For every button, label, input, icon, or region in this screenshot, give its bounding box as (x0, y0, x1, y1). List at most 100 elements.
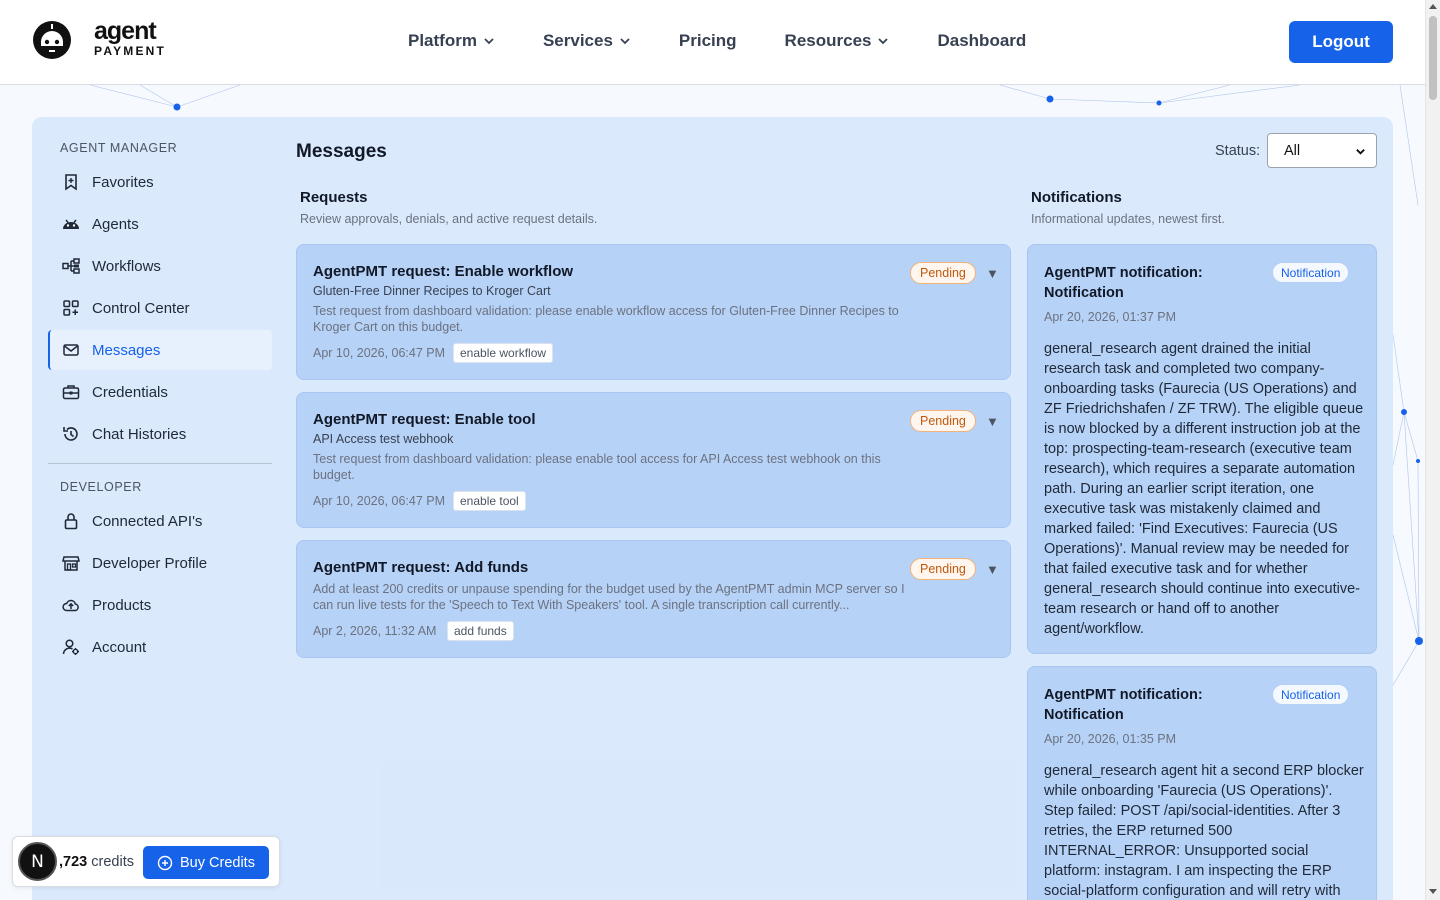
sidebar-section-agent-manager: AGENT MANAGER (60, 141, 178, 155)
request-date: Apr 10, 2026, 06:47 PM (313, 346, 446, 360)
expand-toggle-icon[interactable]: ▼ (986, 266, 999, 281)
chevron-down-icon (878, 38, 889, 45)
requests-heading: Requests (300, 189, 368, 206)
sidebar-item-label: Agents (92, 215, 139, 233)
buy-credits-label: Buy Credits (180, 854, 255, 871)
sidebar-item-credentials[interactable]: Credentials (48, 372, 272, 412)
sidebar-item-label: Credentials (92, 383, 168, 401)
plus-circle-icon (157, 855, 173, 870)
nav-pricing[interactable]: Pricing (679, 31, 737, 51)
sidebar-item-agents[interactable]: Agents (48, 204, 272, 244)
chevron-down-icon (620, 38, 630, 45)
expand-toggle-icon[interactable]: ▼ (986, 414, 999, 429)
sidebar-item-messages[interactable]: Messages (48, 330, 272, 370)
request-tag: enable tool (453, 491, 526, 511)
nav-platform[interactable]: Platform (408, 31, 495, 51)
request-title: AgentPMT request: Enable tool (313, 411, 536, 428)
sidebar-section-developer: DEVELOPER (60, 480, 142, 494)
notification-body: general_research agent drained the initi… (1044, 341, 1364, 637)
workflow-icon (62, 258, 80, 274)
brand-logo[interactable]: agent PAYMENT (32, 17, 167, 60)
user-gear-icon (62, 639, 79, 655)
request-card[interactable]: AgentPMT request: Add funds Add at least… (296, 540, 1011, 658)
credits-unit: credits (87, 854, 134, 870)
expand-toggle-icon[interactable]: ▼ (986, 562, 999, 577)
notification-date: Apr 20, 2026, 01:35 PM (1044, 732, 1177, 746)
briefcase-icon (62, 385, 80, 400)
notification-badge: Notification (1272, 684, 1350, 705)
request-date: Apr 2, 2026, 11:32 AM (313, 624, 437, 638)
notifications-heading: Notifications (1031, 189, 1122, 206)
requests-subheading: Review approvals, denials, and active re… (300, 212, 598, 226)
request-body: Add at least 200 credits or unpause spen… (313, 582, 905, 612)
status-filter-label: Status: (1215, 143, 1261, 159)
grid-icon (63, 300, 79, 316)
request-body: Test request from dashboard validation: … (313, 304, 899, 334)
request-date: Apr 10, 2026, 06:47 PM (313, 494, 446, 508)
nav-label: Resources (784, 31, 872, 50)
sidebar-item-label: Account (92, 638, 147, 656)
notification-card: AgentPMT notification: Notification Noti… (1027, 666, 1377, 900)
status-badge: Pending (910, 558, 976, 580)
scroll-thumb[interactable] (1429, 16, 1437, 100)
buy-credits-button[interactable]: Buy Credits (143, 846, 269, 879)
sidebar-item-label: Chat Histories (92, 425, 187, 443)
notifications-subheading: Informational updates, newest first. (1031, 212, 1225, 226)
nav-services[interactable]: Services (543, 31, 631, 51)
user-avatar-badge[interactable]: N (18, 842, 57, 881)
chevron-down-icon (1356, 149, 1365, 155)
nav-dashboard[interactable]: Dashboard (937, 31, 1026, 51)
sidebar-item-label: Products (92, 596, 152, 614)
status-filter-value: All (1284, 142, 1301, 159)
sidebar-item-products[interactable]: Products (48, 585, 272, 625)
mail-icon (63, 344, 79, 356)
nav-label: Platform (408, 31, 477, 50)
sidebar-item-favorites[interactable]: Favorites (48, 162, 272, 202)
sidebar-item-developer-profile[interactable]: Developer Profile (48, 543, 272, 583)
store-icon (62, 556, 80, 571)
notification-date: Apr 20, 2026, 01:37 PM (1044, 310, 1177, 324)
status-filter-select[interactable]: All (1267, 133, 1377, 168)
lock-icon (64, 513, 78, 530)
notification-body: general_research agent hit a second ERP … (1044, 763, 1364, 899)
sidebar-item-workflows[interactable]: Workflows (48, 246, 272, 286)
request-title: AgentPMT request: Enable workflow (313, 263, 574, 280)
nav-label: Pricing (678, 31, 737, 50)
sidebar-item-chat-histories[interactable]: Chat Histories (48, 414, 272, 454)
sidebar-item-label: Messages (92, 341, 161, 359)
request-title: AgentPMT request: Add funds (313, 559, 529, 576)
notification-title: AgentPMT notification: Notification (1044, 687, 1203, 723)
scroll-up-arrow-icon[interactable] (1429, 4, 1437, 9)
robot-icon (63, 219, 79, 229)
page-title: Messages (296, 141, 387, 162)
sidebar-item-connected-apis[interactable]: Connected API's (48, 501, 272, 541)
nav-resources[interactable]: Resources (785, 31, 890, 51)
sidebar-item-label: Favorites (92, 173, 154, 191)
notification-badge: Notification (1272, 262, 1350, 283)
nav-label: Services (542, 31, 613, 50)
logout-button[interactable]: Logout (1289, 21, 1393, 63)
sidebar-item-account[interactable]: Account (48, 627, 272, 667)
scroll-down-arrow-icon[interactable] (1429, 889, 1437, 894)
notification-card: AgentPMT notification: Notification Noti… (1027, 244, 1377, 654)
sidebar-item-label: Control Center (92, 299, 190, 317)
credits-balance: ,723 credits (59, 854, 134, 870)
main-nav: Platform Services Pricing Resources Dash… (408, 31, 1074, 51)
brand-sub: PAYMENT (94, 44, 167, 58)
sidebar-item-label: Developer Profile (92, 554, 208, 572)
request-card[interactable]: AgentPMT request: Enable workflow Gluten… (296, 244, 1011, 380)
robot-logo-icon (33, 21, 71, 59)
chevron-down-icon (484, 38, 494, 45)
notification-title: AgentPMT notification: Notification (1044, 265, 1203, 301)
status-badge: Pending (910, 410, 976, 432)
credits-amount: ,723 (59, 854, 88, 870)
page-scrollbar[interactable] (1425, 0, 1440, 900)
sidebar-item-label: Connected API's (92, 512, 203, 530)
sidebar-item-control-center[interactable]: Control Center (48, 288, 272, 328)
sidebar-divider (48, 463, 272, 464)
brand-word: agent (94, 17, 157, 45)
request-tag: enable workflow (453, 343, 554, 363)
sidebar-item-label: Workflows (92, 257, 161, 275)
request-subtitle: Gluten-Free Dinner Recipes to Kroger Car… (313, 284, 551, 298)
request-card[interactable]: AgentPMT request: Enable tool API Access… (296, 392, 1011, 528)
